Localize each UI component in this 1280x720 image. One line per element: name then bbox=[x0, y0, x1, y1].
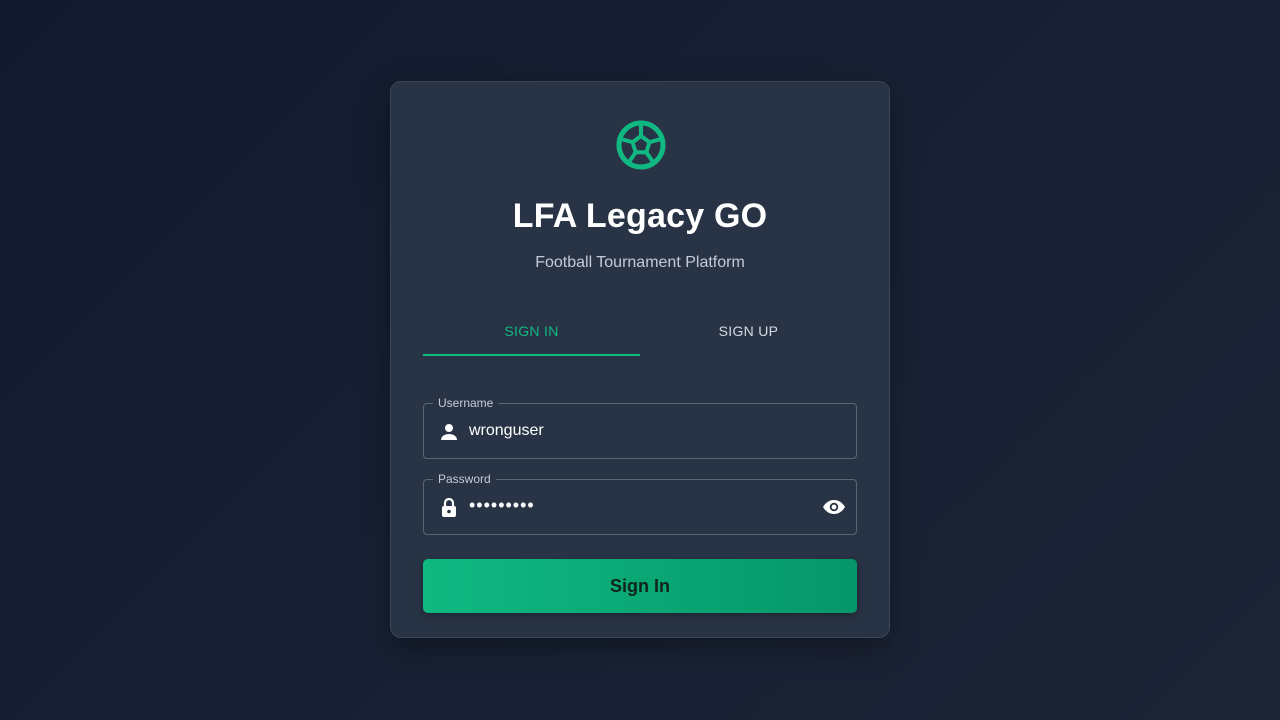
person-icon bbox=[441, 424, 457, 440]
username-label: Username bbox=[433, 395, 499, 411]
sign-in-button[interactable]: Sign In bbox=[423, 559, 857, 613]
app-subtitle: Football Tournament Platform bbox=[535, 254, 745, 271]
password-input[interactable]: ••••••••• bbox=[469, 495, 535, 516]
username-field[interactable]: Username wronguser bbox=[423, 395, 857, 459]
tab-sign-up[interactable]: SIGN UP bbox=[640, 312, 857, 356]
auth-tabs: SIGN IN SIGN UP bbox=[423, 312, 857, 356]
lock-icon bbox=[442, 497, 456, 517]
soccer-ball-icon bbox=[616, 120, 666, 170]
password-label: Password bbox=[433, 471, 496, 487]
username-input[interactable]: wronguser bbox=[469, 422, 544, 440]
tab-sign-in[interactable]: SIGN IN bbox=[423, 312, 640, 356]
login-card: LFA Legacy GO Football Tournament Platfo… bbox=[390, 81, 890, 638]
password-field[interactable]: Password ••••••••• bbox=[423, 471, 857, 535]
eye-icon[interactable] bbox=[822, 495, 846, 519]
app-title: LFA Legacy GO bbox=[512, 197, 768, 235]
